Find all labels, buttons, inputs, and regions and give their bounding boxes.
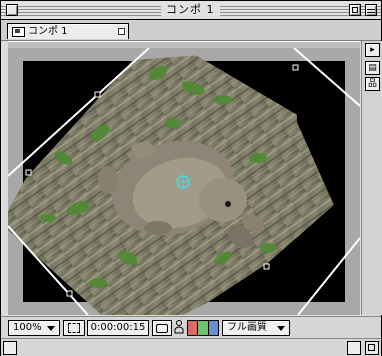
- anchor-point-icon[interactable]: [176, 175, 190, 189]
- time-ruler[interactable]: [8, 41, 360, 48]
- chevron-down-icon: [277, 326, 285, 331]
- side-controls: ▸ ▤ 品: [361, 41, 382, 315]
- quality-dropdown[interactable]: フル画質: [222, 320, 290, 336]
- composition-viewer[interactable]: [8, 48, 360, 315]
- composition-icon: [12, 27, 25, 37]
- channel-green-button[interactable]: [198, 321, 209, 335]
- region-of-interest-icon[interactable]: [63, 320, 85, 336]
- chevron-down-icon: [47, 326, 55, 331]
- composition-window: コンポ 1 コンポ 1 ▸ ▤ 品 100% 0:00:00:15 フル画質: [0, 0, 382, 356]
- zoom-value: 100%: [13, 322, 42, 333]
- title-bar[interactable]: コンポ 1: [1, 1, 381, 20]
- viewer-footer: 100% 0:00:00:15 フル画質: [1, 316, 381, 338]
- collapse-box-icon[interactable]: [365, 4, 377, 16]
- comp-settings-icon[interactable]: ▤: [365, 61, 380, 75]
- window-title: コンポ 1: [161, 3, 220, 17]
- camera-snapshot-icon[interactable]: [152, 320, 172, 336]
- resize-grip-icon[interactable]: [365, 341, 379, 355]
- channel-selector[interactable]: [187, 320, 219, 336]
- channel-red-button[interactable]: [188, 321, 199, 335]
- zoom-box-icon[interactable]: [349, 4, 361, 16]
- scroll-right-arrow[interactable]: [347, 341, 361, 355]
- show-snapshot-icon[interactable]: [174, 320, 184, 334]
- quality-value: フル画質: [227, 322, 267, 333]
- tab-row: コンポ 1: [1, 20, 381, 41]
- current-time-field[interactable]: 0:00:00:15: [87, 320, 149, 336]
- tab-composition[interactable]: コンポ 1: [7, 23, 129, 39]
- scroll-left-arrow[interactable]: [3, 341, 17, 355]
- tab-label: コンポ 1: [28, 26, 68, 37]
- flowchart-icon[interactable]: 品: [365, 77, 380, 91]
- zoom-dropdown[interactable]: 100%: [8, 320, 60, 336]
- tab-close-icon[interactable]: [118, 28, 125, 35]
- horizontal-scrollbar[interactable]: [1, 338, 381, 356]
- channel-blue-button[interactable]: [208, 321, 218, 335]
- panel-menu-icon[interactable]: ▸: [365, 43, 380, 57]
- close-box-icon[interactable]: [6, 4, 18, 16]
- viewer-canvas: [8, 48, 360, 315]
